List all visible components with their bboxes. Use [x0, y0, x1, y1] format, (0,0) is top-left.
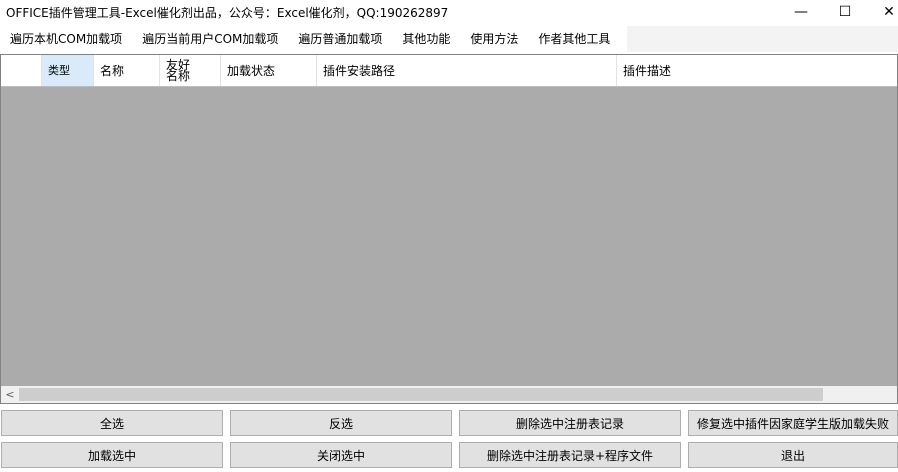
window-title: OFFICE插件管理工具-Excel催化剂出品，公众号：Excel催化剂，QQ:…	[6, 6, 449, 20]
load-selected-button[interactable]: 加载选中	[1, 442, 223, 468]
title-bar: OFFICE插件管理工具-Excel催化剂出品，公众号：Excel催化剂，QQ:…	[0, 0, 898, 24]
menu-enumerate-user-com[interactable]: 遍历当前用户COM加载项	[132, 26, 288, 52]
column-header-install-path[interactable]: 插件安装路径	[317, 55, 617, 86]
select-all-button[interactable]: 全选	[1, 410, 223, 436]
column-header-description[interactable]: 插件描述	[617, 55, 897, 86]
invert-selection-button[interactable]: 反选	[230, 410, 452, 436]
delete-registry-button[interactable]: 删除选中注册表记录	[459, 410, 681, 436]
menu-bar-filler	[627, 26, 898, 52]
addin-grid[interactable]: 类型 名称 友好名称 加载状态 插件安装路径 插件描述 <	[0, 54, 898, 404]
menu-author-tools[interactable]: 作者其他工具	[528, 26, 620, 52]
menu-other-functions[interactable]: 其他功能	[392, 26, 460, 52]
menu-usage[interactable]: 使用方法	[460, 26, 528, 52]
row-header-corner[interactable]	[1, 55, 42, 86]
maximize-icon[interactable]: ☐	[822, 0, 868, 24]
column-header-name[interactable]: 名称	[94, 55, 160, 86]
menu-enumerate-normal-addins[interactable]: 遍历普通加载项	[288, 26, 392, 52]
column-header-friendly-name[interactable]: 友好名称	[160, 55, 221, 86]
exit-button[interactable]: 退出	[688, 442, 898, 468]
delete-registry-files-button[interactable]: 删除选中注册表记录+程序文件	[459, 442, 681, 468]
menu-enumerate-machine-com[interactable]: 遍历本机COM加载项	[0, 26, 132, 52]
column-header-load-state[interactable]: 加载状态	[221, 55, 317, 86]
repair-addin-button[interactable]: 修复选中插件因家庭学生版加载失败	[688, 410, 898, 436]
close-selected-button[interactable]: 关闭选中	[230, 442, 452, 468]
horizontal-scrollbar[interactable]: <	[1, 386, 897, 403]
scroll-thumb[interactable]	[19, 388, 823, 401]
close-icon[interactable]: ✕	[866, 0, 898, 24]
scroll-left-icon[interactable]: <	[3, 387, 17, 402]
minimize-icon[interactable]: —	[778, 0, 824, 24]
column-header-type[interactable]: 类型	[42, 55, 94, 86]
grid-header: 类型 名称 友好名称 加载状态 插件安装路径 插件描述	[1, 55, 897, 87]
